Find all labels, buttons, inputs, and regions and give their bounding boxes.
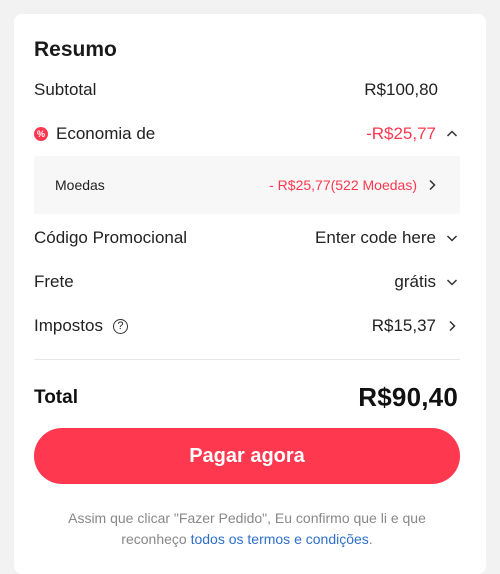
coins-label: Moedas <box>55 177 105 193</box>
promo-code-row[interactable]: Código Promocional Enter code here <box>34 228 458 248</box>
subtotal-label: Subtotal <box>34 80 97 99</box>
order-summary-card: Resumo Subtotal R$100,80 % Economia de -… <box>14 14 486 574</box>
subtotal-row: Subtotal R$100,80 <box>34 80 458 100</box>
shipping-label: Frete <box>34 272 74 291</box>
disclaimer-line1: Assim que clicar "Fazer Pedido", Eu conf… <box>68 510 426 526</box>
coins-discount-row[interactable]: Moedas - R$25,77(522 Moedas) <box>34 156 460 214</box>
terms-disclaimer: Assim que clicar "Fazer Pedido", Eu conf… <box>34 508 460 550</box>
chevron-down-icon[interactable] <box>446 276 458 288</box>
chevron-down-icon[interactable] <box>446 232 458 244</box>
disclaimer-line2: reconheço <box>121 531 191 547</box>
disclaimer-suffix: . <box>368 531 373 547</box>
total-row: Total R$90,40 <box>34 382 458 413</box>
promo-code-input[interactable]: Enter code here <box>315 228 436 248</box>
divider <box>34 359 460 360</box>
shipping-row[interactable]: Frete grátis <box>34 272 458 292</box>
shipping-value: grátis <box>394 272 436 291</box>
taxes-value: R$15,37 <box>371 316 436 335</box>
coins-value: - R$25,77(522 Moedas) <box>269 177 417 193</box>
chevron-right-icon[interactable] <box>426 179 438 191</box>
pay-now-button[interactable]: Pagar agora <box>34 428 460 484</box>
chevron-up-icon[interactable] <box>446 128 458 140</box>
promo-code-label: Código Promocional <box>34 228 188 247</box>
savings-value: -R$25,77 <box>366 124 436 143</box>
discount-badge-icon: % <box>34 127 48 141</box>
total-label: Total <box>34 386 78 408</box>
taxes-row[interactable]: Impostos ? R$15,37 <box>34 316 458 336</box>
subtotal-value: R$100,80 <box>364 80 438 99</box>
chevron-right-icon[interactable] <box>446 320 458 332</box>
savings-label: Economia de <box>56 124 156 143</box>
terms-link[interactable]: todos os termos e condições <box>191 531 369 547</box>
total-value: R$90,40 <box>358 382 458 412</box>
summary-title: Resumo <box>34 38 117 61</box>
help-circle-icon[interactable]: ? <box>112 318 128 334</box>
savings-row[interactable]: % Economia de -R$25,77 <box>34 124 458 144</box>
taxes-label: Impostos <box>34 316 103 335</box>
